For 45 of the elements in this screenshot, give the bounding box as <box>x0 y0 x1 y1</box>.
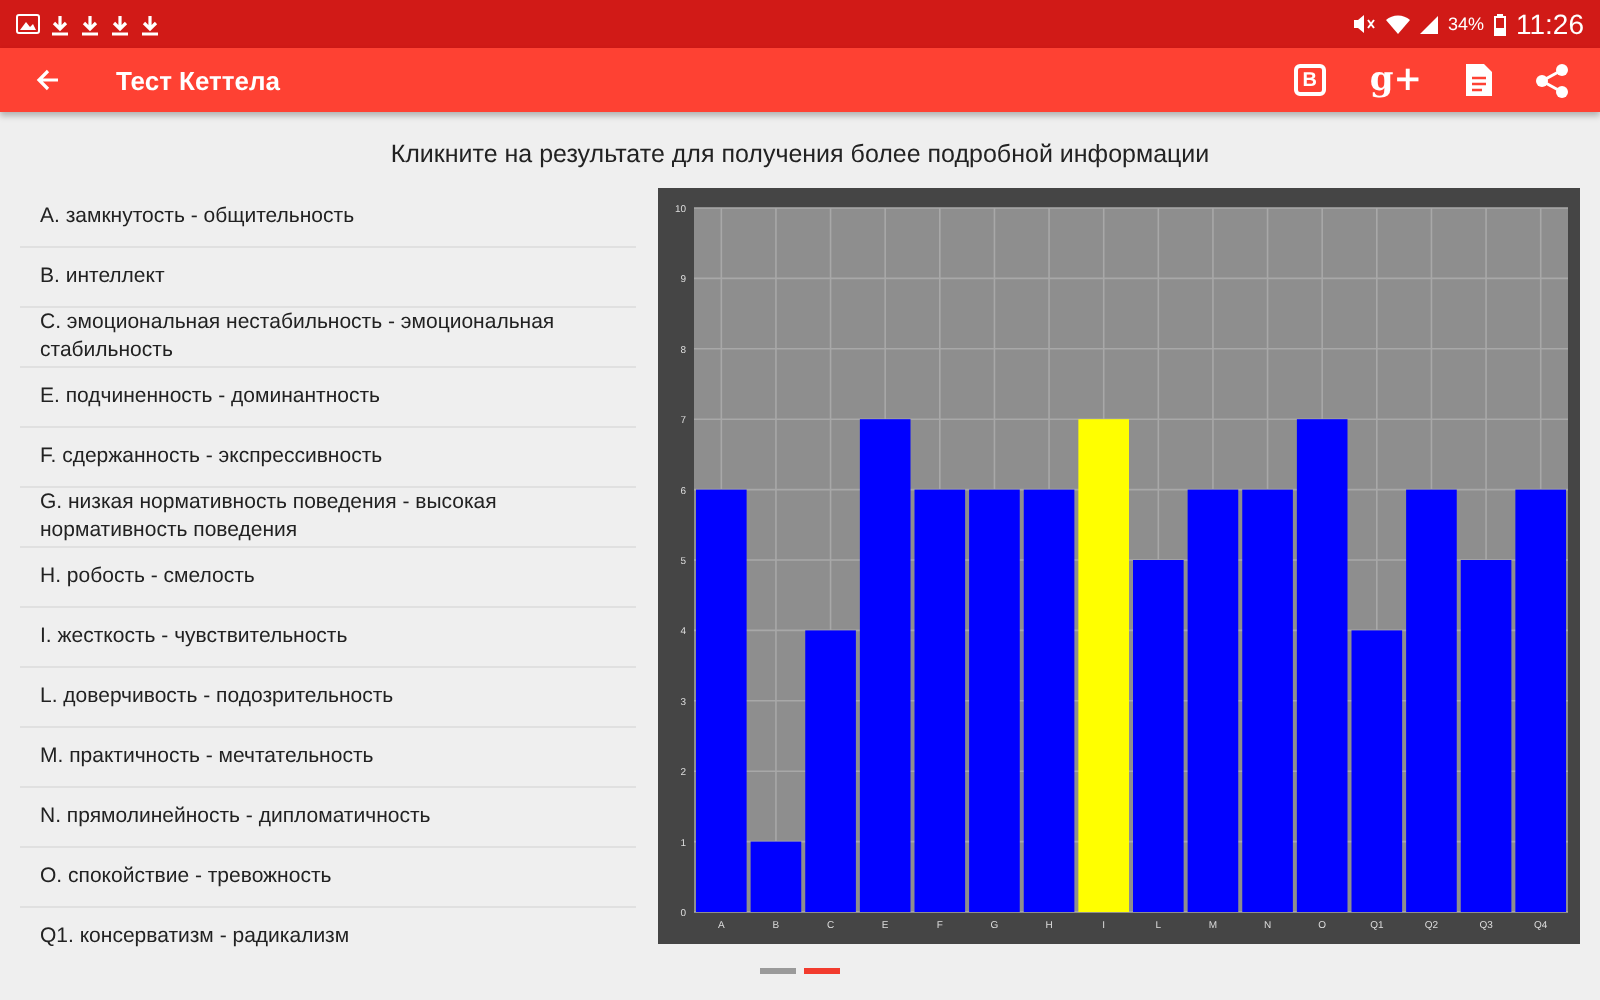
factor-list-item[interactable]: E. подчиненность - доминантность <box>20 368 636 428</box>
share-icon[interactable] <box>1536 63 1568 97</box>
bar[interactable] <box>1133 560 1184 912</box>
factor-list-item[interactable]: O. спокойствие - тревожность <box>20 848 636 908</box>
battery-percent: 34% <box>1447 14 1484 34</box>
bar[interactable] <box>1351 630 1403 912</box>
battery-icon <box>1494 13 1506 35</box>
document-icon[interactable] <box>1466 64 1492 96</box>
download-icon <box>50 13 70 35</box>
factor-list-item[interactable]: I. жесткость - чувствительность <box>20 608 636 668</box>
factor-list-item[interactable]: Q1. консерватизм - радикализм <box>20 908 636 956</box>
toolbar-title: Тест Кеттела <box>116 65 283 95</box>
factor-list-item[interactable]: N. прямолинейность - дипломатичность <box>20 788 636 848</box>
bar[interactable] <box>696 489 747 912</box>
bar[interactable] <box>1023 489 1075 912</box>
bar[interactable] <box>969 489 1020 912</box>
mute-icon <box>1351 14 1376 34</box>
bar[interactable] <box>750 841 802 912</box>
bar[interactable] <box>1406 489 1457 912</box>
wifi-icon <box>1385 14 1410 34</box>
bar[interactable] <box>1078 419 1129 912</box>
bar[interactable] <box>859 419 911 912</box>
image-icon <box>16 14 40 34</box>
bar[interactable] <box>1296 419 1348 912</box>
factor-list-item[interactable]: H. робость - смелость <box>20 548 636 608</box>
bar[interactable] <box>1460 560 1512 912</box>
bar[interactable] <box>1515 489 1566 912</box>
factor-list-item[interactable]: G. низкая нормативность поведения - высокая нормативность поведения <box>20 488 636 548</box>
factor-list-item[interactable]: M. практичность - мечтательность <box>20 728 636 788</box>
factor-list-item[interactable]: L. доверчивость - подозрительность <box>20 668 636 728</box>
clock: 11:26 <box>1516 8 1584 40</box>
factor-list-item[interactable]: C. эмоциональная нестабильность - эмоциональная стабильность <box>20 308 636 368</box>
factor-list-item[interactable]: B. интеллект <box>20 248 636 308</box>
bar[interactable] <box>1187 489 1239 912</box>
bar[interactable] <box>1242 489 1293 912</box>
factor-list-item[interactable]: F. сдержанность - экспрессивность <box>20 428 636 488</box>
back-icon[interactable] <box>36 68 60 92</box>
signal-icon <box>1419 15 1438 33</box>
download-icon <box>140 13 160 35</box>
download-icon <box>110 13 130 35</box>
download-icon <box>80 13 100 35</box>
factor-list-item[interactable]: A. замкнутость - общительность <box>20 188 636 248</box>
bar[interactable] <box>805 630 856 912</box>
bar[interactable] <box>914 489 966 912</box>
instruction-text: Кликните на результате для получения более подробной информации <box>388 140 1212 168</box>
